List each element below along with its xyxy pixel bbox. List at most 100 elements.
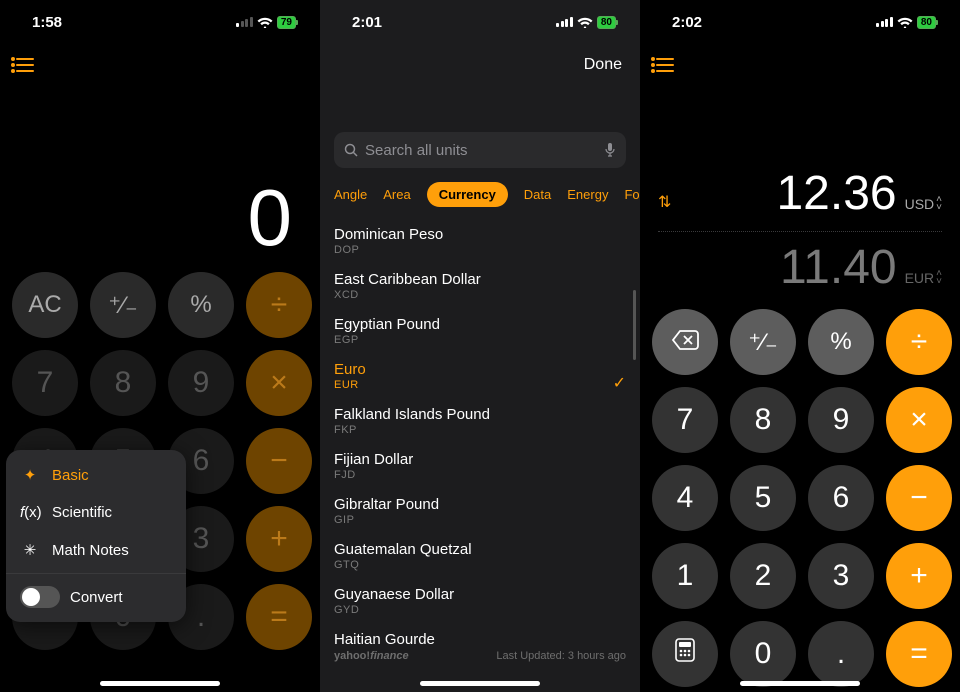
mode-mathnotes[interactable]: ✳ Math Notes — [6, 531, 186, 569]
mic-icon[interactable] — [604, 142, 616, 158]
multiply-button[interactable]: × — [246, 350, 312, 416]
scrollbar[interactable] — [633, 290, 636, 360]
mathnotes-icon: ✳ — [20, 541, 40, 559]
phone-unit-picker: 2:01 80 Done Search all units Angle Area… — [320, 0, 640, 692]
cat-area[interactable]: Area — [383, 187, 410, 202]
add-button[interactable]: + — [246, 506, 312, 572]
currency-name: Guatemalan Quetzal — [334, 541, 626, 558]
percent-button[interactable]: % — [168, 272, 234, 338]
data-source-footer: yahoo!finance Last Updated: 3 hours ago — [320, 650, 640, 662]
convert-switch[interactable] — [20, 586, 60, 608]
divide-button[interactable]: ÷ — [246, 272, 312, 338]
chevron-updown-icon: ˄˅ — [936, 270, 942, 286]
currency-usd[interactable]: USD˄˅ — [905, 196, 942, 212]
currency-name: Fijian Dollar — [334, 451, 626, 468]
subtract-button[interactable]: − — [246, 428, 312, 494]
key-5[interactable]: 5 — [730, 465, 796, 531]
scientific-icon: f(x) — [20, 504, 40, 521]
currency-code: GTQ — [334, 559, 626, 571]
home-indicator[interactable] — [100, 681, 220, 686]
equals-button[interactable]: = — [246, 584, 312, 650]
list-item[interactable]: Guatemalan QuetzalGTQ — [334, 532, 626, 577]
menu-icon[interactable] — [16, 58, 320, 72]
battery-icon: 80 — [597, 16, 616, 29]
key-2[interactable]: 2 — [730, 543, 796, 609]
cat-energy[interactable]: Energy — [567, 187, 608, 202]
currency-name: Euro — [334, 361, 626, 378]
search-input[interactable]: Search all units — [334, 132, 626, 168]
currency-name: Falkland Islands Pound — [334, 406, 626, 423]
search-placeholder: Search all units — [365, 142, 468, 159]
calc-display: 0 — [0, 72, 320, 272]
cat-angle[interactable]: Angle — [334, 187, 367, 202]
search-icon — [344, 143, 359, 158]
yahoo-logo: yahoo!finance — [334, 650, 409, 662]
convert-toggle-row[interactable]: Convert — [6, 578, 186, 616]
mode-basic[interactable]: ✦ Basic — [6, 456, 186, 494]
last-updated: Last Updated: 3 hours ago — [496, 650, 626, 662]
cat-data[interactable]: Data — [524, 187, 551, 202]
list-item[interactable]: Falkland Islands PoundFKP — [334, 397, 626, 442]
category-tabs: Angle Area Currency Data Energy Force — [320, 168, 640, 217]
key-9[interactable]: 9 — [168, 350, 234, 416]
sign-button[interactable]: ⁺∕₋ — [90, 272, 156, 338]
list-item[interactable]: EuroEUR✓ — [334, 352, 626, 397]
backspace-button[interactable] — [652, 309, 718, 375]
mode-scientific[interactable]: f(x) Scientific — [6, 494, 186, 531]
menu-icon[interactable] — [656, 58, 960, 72]
status-bar: 1:58 79 — [0, 0, 320, 44]
currency-list[interactable]: Dominican PesoDOPEast Caribbean DollarXC… — [320, 217, 640, 654]
multiply-button[interactable]: × — [886, 387, 952, 453]
currency-eur[interactable]: EUR˄˅ — [905, 270, 942, 286]
value-usd: 12.36 — [776, 166, 896, 221]
phone-calculator-convert: 2:02 80 12.36 USD˄˅ 11.40 EUR˄˅ ⇅ ⁺∕₋ % … — [640, 0, 960, 692]
currency-name: East Caribbean Dollar — [334, 271, 626, 288]
list-item[interactable]: Egyptian PoundEGP — [334, 307, 626, 352]
key-7[interactable]: 7 — [12, 350, 78, 416]
sign-button[interactable]: ⁺∕₋ — [730, 309, 796, 375]
key-3[interactable]: 3 — [808, 543, 874, 609]
currency-name: Egyptian Pound — [334, 316, 626, 333]
convert-row-secondary[interactable]: 11.40 EUR˄˅ — [658, 240, 942, 295]
list-item[interactable]: Guyanaese DollarGYD — [334, 577, 626, 622]
list-item[interactable]: East Caribbean DollarXCD — [334, 262, 626, 307]
currency-code: EGP — [334, 334, 626, 346]
phone-calculator-basic: 1:58 79 0 AC ⁺∕₋ % ÷ 7 8 9 × 4 5 6 − 1 2… — [0, 0, 320, 692]
keypad: ⁺∕₋ % ÷ 7 8 9 × 4 5 6 − 1 2 3 + 0 . = — [640, 295, 960, 687]
currency-code: XCD — [334, 289, 626, 301]
divide-button[interactable]: ÷ — [886, 309, 952, 375]
home-indicator[interactable] — [420, 681, 540, 686]
key-8[interactable]: 8 — [90, 350, 156, 416]
key-decimal[interactable]: . — [808, 621, 874, 687]
calculator-mode-button[interactable] — [652, 621, 718, 687]
key-1[interactable]: 1 — [652, 543, 718, 609]
key-9[interactable]: 9 — [808, 387, 874, 453]
key-6[interactable]: 6 — [808, 465, 874, 531]
currency-code: FKP — [334, 424, 626, 436]
cat-force[interactable]: Force — [624, 187, 640, 202]
signal-icon — [236, 17, 253, 27]
currency-name: Guyanaese Dollar — [334, 586, 626, 603]
currency-code: EUR — [334, 379, 626, 391]
swap-icon[interactable]: ⇅ — [658, 192, 671, 212]
done-button[interactable]: Done — [584, 56, 622, 74]
add-button[interactable]: + — [886, 543, 952, 609]
equals-button[interactable]: = — [886, 621, 952, 687]
key-8[interactable]: 8 — [730, 387, 796, 453]
key-7[interactable]: 7 — [652, 387, 718, 453]
status-bar: 2:02 80 — [640, 0, 960, 44]
cat-currency[interactable]: Currency — [427, 182, 508, 207]
currency-name: Haitian Gourde — [334, 631, 626, 648]
key-0[interactable]: 0 — [730, 621, 796, 687]
home-indicator[interactable] — [740, 681, 860, 686]
list-item[interactable]: Fijian DollarFJD — [334, 442, 626, 487]
subtract-button[interactable]: − — [886, 465, 952, 531]
list-item[interactable]: Gibraltar PoundGIP — [334, 487, 626, 532]
battery-icon: 80 — [917, 16, 936, 29]
list-item[interactable]: Dominican PesoDOP — [334, 217, 626, 262]
percent-button[interactable]: % — [808, 309, 874, 375]
key-4[interactable]: 4 — [652, 465, 718, 531]
ac-button[interactable]: AC — [12, 272, 78, 338]
convert-row-primary[interactable]: 12.36 USD˄˅ — [658, 166, 942, 221]
mode-popup: ✦ Basic f(x) Scientific ✳ Math Notes Con… — [6, 450, 186, 622]
